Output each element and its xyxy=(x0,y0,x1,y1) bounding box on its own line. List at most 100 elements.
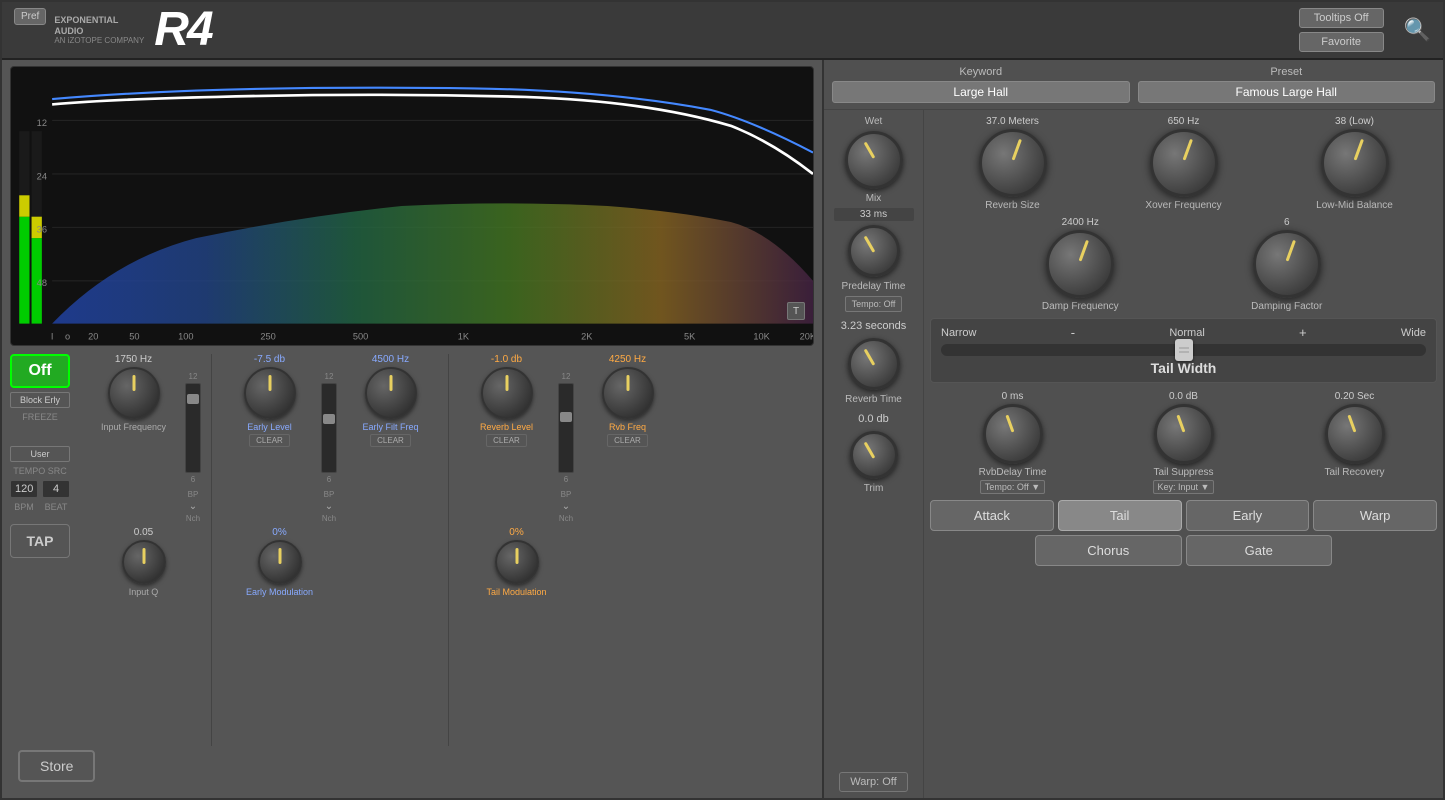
tail-width-minus[interactable]: - xyxy=(1071,325,1075,340)
store-button[interactable]: Store xyxy=(18,750,95,782)
damp-freq-value: 2400 Hz xyxy=(1062,217,1099,228)
tooltips-button[interactable]: Tooltips Off xyxy=(1299,8,1384,28)
svg-text:o: o xyxy=(65,331,70,342)
tail-suppress-knob[interactable] xyxy=(1154,404,1214,464)
rvb-freq-knob[interactable] xyxy=(602,367,654,419)
mix-label: Mix xyxy=(866,193,882,204)
tail-recovery-label: Tail Recovery xyxy=(1324,467,1384,478)
bpm-value[interactable]: 120 xyxy=(10,480,38,498)
svg-text:12: 12 xyxy=(37,118,47,129)
xover-freq-knob[interactable] xyxy=(1150,129,1218,197)
bpm-beat-labels: BPM BEAT xyxy=(10,502,80,512)
early-level-group: -7.5 db Early Level CLEAR xyxy=(222,354,317,447)
svg-text:20K: 20K xyxy=(800,331,813,342)
attack-tab[interactable]: Attack xyxy=(930,500,1054,531)
xover-freq-label: Xover Frequency xyxy=(1145,200,1221,211)
input-q-knob[interactable] xyxy=(122,540,166,584)
chorus-tab[interactable]: Chorus xyxy=(1035,535,1182,566)
predelay-value: 33 ms xyxy=(834,208,914,221)
off-button[interactable]: Off xyxy=(10,354,70,388)
tail-suppress-label: Tail Suppress xyxy=(1153,467,1213,478)
input-freq-group: 1750 Hz Input Frequency xyxy=(86,354,181,432)
tail-mod-value: 0% xyxy=(509,527,523,538)
keyword-section: Keyword Large Hall xyxy=(832,66,1130,103)
rvbdelay-time-knob[interactable] xyxy=(983,404,1043,464)
keyword-preset-row: Keyword Large Hall Preset Famous Large H… xyxy=(824,60,1443,110)
reverb-size-label: Reverb Size xyxy=(985,200,1039,211)
tail-width-plus[interactable]: + xyxy=(1299,325,1307,340)
reverb-time-knob[interactable] xyxy=(848,338,900,390)
trim-knob[interactable] xyxy=(850,431,898,479)
svg-text:5K: 5K xyxy=(684,331,696,342)
damp-freq-knob[interactable] xyxy=(1046,230,1114,298)
predelay-knob[interactable] xyxy=(848,225,900,277)
early-filt-knob[interactable] xyxy=(365,367,417,419)
tail-width-slider[interactable] xyxy=(941,344,1426,356)
tail-suppress-key-btn[interactable]: Key: Input ▼ xyxy=(1153,480,1215,494)
damping-factor-value: 6 xyxy=(1284,217,1290,228)
predelay-tempo-btn[interactable]: Tempo: Off xyxy=(845,296,903,312)
freeze-label: FREEZE xyxy=(10,412,70,422)
rvbdelay-time-label: RvbDelay Time xyxy=(979,467,1047,478)
narrow-label: Narrow xyxy=(941,327,976,339)
reverb-level-group: -1.0 db Reverb Level CLEAR xyxy=(459,354,554,447)
warp-off-button[interactable]: Warp: Off xyxy=(839,772,907,792)
block-early-button[interactable]: Block Erly xyxy=(10,392,70,408)
tail-width-thumb[interactable] xyxy=(1175,339,1193,361)
early-filt-label: Early Filt Freq xyxy=(362,422,418,432)
gate-tab[interactable]: Gate xyxy=(1186,535,1333,566)
preset-value[interactable]: Famous Large Hall xyxy=(1138,81,1436,103)
input-q-group: 0.05 Input Q xyxy=(96,527,191,597)
wet-knob[interactable] xyxy=(845,131,903,189)
lowmid-balance-cell: 38 (Low) Low-Mid Balance xyxy=(1272,116,1437,211)
user-button[interactable]: User xyxy=(10,446,70,462)
lowmid-balance-knob[interactable] xyxy=(1321,129,1389,197)
reverb-level-clear[interactable]: CLEAR xyxy=(486,434,527,447)
early-level-clear[interactable]: CLEAR xyxy=(249,434,290,447)
tail-mod-label: Tail Modulation xyxy=(486,587,546,597)
left-side-controls: Off Block Erly FREEZE User TEMPO SRC 120… xyxy=(10,354,80,558)
input-freq-knob[interactable] xyxy=(108,367,160,419)
reverb-size-value: 37.0 Meters xyxy=(986,116,1039,127)
rvbdelay-tempo-btn[interactable]: Tempo: Off ▼ xyxy=(980,480,1045,494)
tail-recovery-knob[interactable] xyxy=(1325,404,1385,464)
tail-suppress-cell: 0.0 dB Tail Suppress Key: Input ▼ xyxy=(1101,391,1266,494)
damping-factor-cell: 6 Damping Factor xyxy=(1187,217,1388,312)
rvb-freq-label: Rvb Freq xyxy=(609,422,646,432)
reverb-size-knob[interactable] xyxy=(979,129,1047,197)
warp-tab[interactable]: Warp xyxy=(1313,500,1437,531)
tail-width-labels: Narrow - Normal + Wide xyxy=(941,325,1426,340)
reverb-level-knob[interactable] xyxy=(481,367,533,419)
trim-db-value: 0.0 db xyxy=(858,413,889,425)
svg-text:10K: 10K xyxy=(753,331,770,342)
svg-text:48: 48 xyxy=(37,278,47,289)
svg-text:500: 500 xyxy=(353,331,368,342)
svg-text:50: 50 xyxy=(129,331,139,342)
reverb-level-label: Reverb Level xyxy=(480,422,533,432)
svg-text:20: 20 xyxy=(88,331,98,342)
input-freq-label: Input Frequency xyxy=(101,422,166,432)
early-mod-label: Early Modulation xyxy=(246,587,313,597)
damping-factor-knob[interactable] xyxy=(1253,230,1321,298)
early-tab[interactable]: Early xyxy=(1186,500,1310,531)
beat-value[interactable]: 4 xyxy=(42,480,70,498)
pref-button[interactable]: Pref xyxy=(14,8,46,25)
bpm-label: BPM xyxy=(10,502,38,512)
logo-area: EXPONENTIAL AUDIO AN iZOTOPE COMPANY xyxy=(54,15,144,46)
spectrum-display: 12 24 36 48 I o 20 50 100 250 500 1K 2K … xyxy=(10,66,814,346)
t-button[interactable]: T xyxy=(787,302,805,320)
favorite-button[interactable]: Favorite xyxy=(1299,32,1384,52)
early-filt-clear[interactable]: CLEAR xyxy=(370,434,411,447)
beat-label: BEAT xyxy=(42,502,70,512)
tap-button[interactable]: TAP xyxy=(10,524,70,558)
tail-mod-knob[interactable] xyxy=(495,540,539,584)
rvb-freq-clear[interactable]: CLEAR xyxy=(607,434,648,447)
early-mod-knob[interactable] xyxy=(258,540,302,584)
keyword-value[interactable]: Large Hall xyxy=(832,81,1130,103)
svg-text:36: 36 xyxy=(37,225,47,236)
spectrum-svg: 12 24 36 48 I o 20 50 100 250 500 1K 2K … xyxy=(11,67,813,345)
early-level-knob[interactable] xyxy=(244,367,296,419)
tail-tab[interactable]: Tail xyxy=(1058,500,1182,531)
rvb-freq-value: 4250 Hz xyxy=(609,354,646,365)
search-icon[interactable]: 🔍 xyxy=(1404,17,1431,43)
